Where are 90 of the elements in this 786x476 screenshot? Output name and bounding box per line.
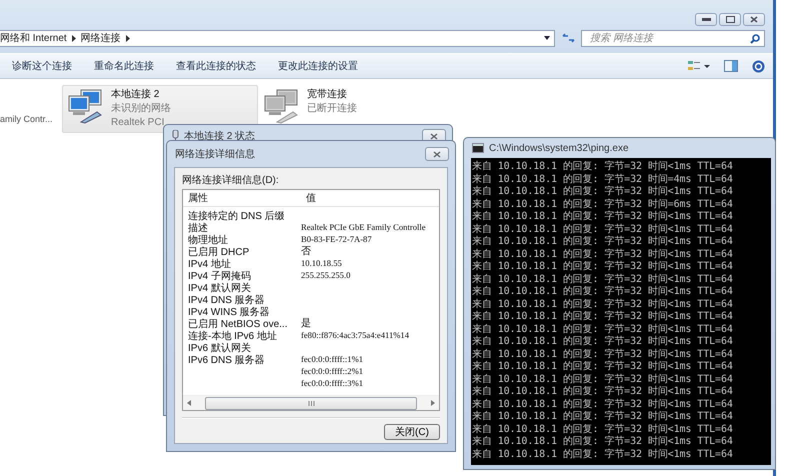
connection-name: 本地连接 2 — [111, 88, 160, 101]
property-cell-text: 连接-本地 IPv6 地址 — [187, 331, 277, 342]
console-line: 来自 10.10.18.1 的回复: 字节=32 时间<1ms TTL=64 — [472, 398, 734, 410]
connection-item[interactable]: 宽带连接 已断开连接 — [258, 85, 454, 128]
console-line: 来自 10.10.18.1 的回复: 字节=32 时间<1ms TTL=64 — [472, 448, 734, 461]
maximize-button[interactable] — [719, 13, 741, 26]
console-line: 来自 10.10.18.1 的回复: 字节=32 时间<1ms TTL=64 — [472, 424, 734, 436]
toolbar-button[interactable]: 重命名此连接 — [94, 59, 154, 73]
help-icon[interactable] — [752, 60, 765, 72]
property-cell-text: IPv4 地址 — [187, 259, 231, 270]
console-line: 来自 10.10.18.1 的回复: 字节=32 时间<1ms TTL=64 — [472, 348, 734, 360]
console-line: 来自 10.10.18.1 的回复: 字节=32 时间=6ms TTL=64 — [472, 198, 734, 210]
console-line: 来自 10.10.18.1 的回复: 字节=32 时间<1ms TTL=64 — [472, 261, 734, 274]
toolbar-button[interactable]: 查看此连接的状态 — [176, 59, 256, 73]
column-header[interactable]: 属性 — [183, 191, 301, 205]
console-line: 来自 10.10.18.1 的回复: 字节=32 时间<1ms TTL=64 — [472, 286, 734, 298]
console-line: 来自 10.10.18.1 的回复: 字节=32 时间<1ms TTL=64 — [472, 311, 734, 324]
console-line: 来自 10.10.18.1 的回复: 字节=32 时间=4ms TTL=64 — [472, 174, 734, 186]
preview-pane-icon[interactable] — [724, 60, 738, 72]
dialog-title: 网络连接详细信息 — [175, 148, 256, 161]
value-cell: 255.255.255.0 — [301, 270, 350, 280]
breadcrumb-arrow-icon[interactable] — [72, 34, 76, 42]
value-cell: fec0:0:0:ffff::2%1 — [301, 366, 364, 376]
property-cell-text: IPv4 WINS 服务器 — [187, 307, 270, 318]
maximize-icon — [726, 16, 734, 23]
connection-name: 宽带连接 — [307, 88, 348, 101]
toolbar-button[interactable]: 更改此连接的设置 — [278, 59, 358, 73]
property-cell-text: IPv6 DNS 服务器 — [187, 355, 265, 366]
search-icon — [750, 34, 760, 44]
console-line: 来自 10.10.18.1 的回复: 字节=32 时间<1ms TTL=64 — [472, 374, 734, 386]
console-line: 来自 10.10.18.1 的回复: 字节=32 时间<1ms TTL=64 — [472, 386, 734, 398]
console-line: 来自 10.10.18.1 的回复: 字节=32 时间<1ms TTL=64 — [472, 411, 734, 424]
dropdown-icon[interactable] — [544, 36, 550, 40]
property-cell-text: 已启用 DHCP — [187, 247, 250, 258]
value-cell-text: 是 — [301, 317, 311, 330]
column-header[interactable]: 值 — [301, 191, 316, 205]
view-options-icon[interactable] — [688, 60, 710, 72]
console-line: 来自 10.10.18.1 的回复: 字节=32 时间<1ms TTL=64 — [472, 274, 734, 286]
property-cell-text: IPv4 默认网关 — [187, 283, 251, 294]
scroll-right-icon[interactable] — [431, 400, 435, 406]
grip-icon — [308, 400, 314, 406]
connection-status: 已断开连接 — [307, 102, 357, 115]
property-cell-text: 已启用 NetBIOS ove... — [187, 319, 288, 330]
breadcrumb-arrow-icon[interactable] — [126, 34, 130, 42]
adapter-label: Realtek PCI — [111, 116, 166, 129]
refresh-icon — [562, 33, 574, 43]
console-line: 来自 10.10.18.1 的回复: 字节=32 时间<1ms TTL=64 — [472, 186, 734, 198]
value-cell: fec0:0:0:ffff::3%1 — [301, 378, 364, 388]
property-cell-text: IPv4 子网掩码 — [187, 271, 251, 282]
console-line: 来自 10.10.18.1 的回复: 字节=32 时间<1ms TTL=64 — [472, 161, 734, 174]
property-cell-text: 连接特定的 DNS 后缀 — [187, 211, 285, 222]
close-dialog-button[interactable]: 关闭(C) — [384, 424, 440, 440]
value-cell: 10.10.18.55 — [301, 258, 342, 268]
toolbar-button[interactable]: 诊断这个连接 — [12, 59, 72, 73]
property-cell-text: 物理地址 — [187, 235, 228, 246]
console-line: 来自 10.10.18.1 的回复: 字节=32 时间<1ms TTL=64 — [472, 236, 734, 248]
horizontal-scrollbar[interactable] — [183, 395, 439, 410]
search-field[interactable]: 搜索 网络连接 — [581, 30, 765, 46]
scroll-left-icon[interactable] — [187, 400, 191, 406]
connection-status: 未识别的网络 — [111, 102, 171, 115]
console-line: 来自 10.10.18.1 的回复: 字节=32 时间<1ms TTL=64 — [472, 336, 734, 348]
value-cell: fec0:0:0:ffff::1%1 — [301, 354, 364, 364]
console-line: 来自 10.10.18.1 的回复: 字节=32 时间<1ms TTL=64 — [472, 436, 734, 448]
minimize-icon — [702, 18, 710, 21]
value-cell: Realtek PCIe GbE Family Controlle — [301, 222, 426, 232]
console-icon — [472, 143, 484, 153]
console-line: 来自 10.10.18.1 的回复: 字节=32 时间<1ms TTL=64 — [472, 224, 734, 236]
breadcrumb[interactable]: 网络连接 — [80, 31, 121, 45]
close-button[interactable] — [743, 13, 765, 26]
value-cell: B0-83-FE-72-7A-87 — [301, 234, 372, 244]
console-line: 来自 10.10.18.1 的回复: 字节=32 时间<1ms TTL=64 — [472, 324, 734, 336]
property-cell-text: IPv6 默认网关 — [187, 343, 251, 354]
console-line: 来自 10.10.18.1 的回复: 字节=32 时间<1ms TTL=64 — [472, 211, 734, 224]
list-label: 网络连接详细信息(D): — [182, 174, 280, 187]
property-cell-text: IPv4 DNS 服务器 — [187, 295, 265, 306]
minimize-button[interactable] — [695, 13, 717, 26]
close-button[interactable] — [425, 147, 449, 161]
property-cell-text: 描述 — [187, 223, 208, 234]
console-line: 来自 10.10.18.1 的回复: 字节=32 时间<1ms TTL=64 — [472, 298, 734, 310]
value-cell-text: 否 — [301, 245, 311, 258]
address-bar[interactable]: 网络和 Internet 网络连接 — [0, 30, 555, 46]
adapter-label: amily Contr... — [0, 114, 54, 124]
value-cell: fe80::f876:4ac3:75a4:e411%14 — [301, 330, 410, 340]
console-line: 来自 10.10.18.1 的回复: 字节=32 时间<1ms TTL=64 — [472, 361, 734, 374]
breadcrumb[interactable]: 网络和 Internet — [0, 31, 67, 45]
close-icon — [433, 150, 441, 158]
console-line: 来自 10.10.18.1 的回复: 字节=32 时间<1ms TTL=64 — [472, 248, 734, 260]
window-title: C:\Windows\system32\ping.exe — [489, 142, 630, 154]
close-icon — [430, 132, 438, 140]
close-icon — [750, 16, 758, 23]
